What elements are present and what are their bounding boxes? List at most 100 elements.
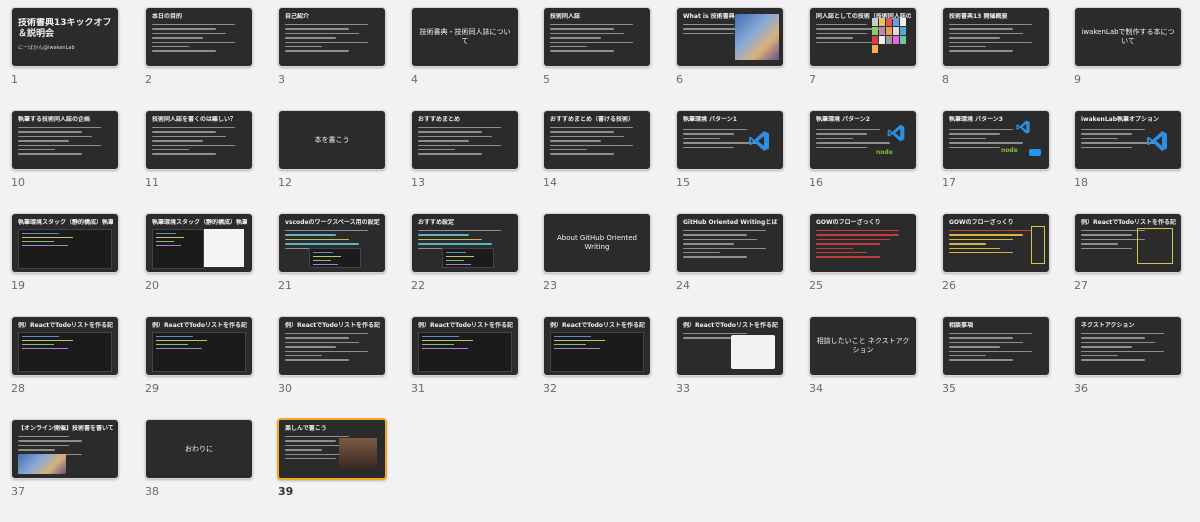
text-line	[418, 148, 455, 151]
body-text-lines	[285, 333, 377, 364]
slide-thumbnail[interactable]: 執筆環境 パターン2 node	[809, 110, 917, 170]
text-line	[285, 440, 336, 442]
slide-thumbnail[interactable]: ネクストアクション	[1074, 316, 1182, 376]
slide-thumbnail[interactable]: おすすめまとめ（書ける技術）	[543, 110, 651, 170]
text-line	[949, 238, 1014, 241]
slide-thumbnail[interactable]: 例）ReactでTodoリストを作る記事	[543, 316, 651, 376]
slide-title: 例）ReactでTodoリストを作る記事	[550, 322, 645, 329]
slide-title: GOWのフローざっくり	[816, 219, 881, 226]
slide-cell: おすすめ設定 22	[411, 213, 521, 292]
slide-thumbnail[interactable]: 執筆環境 パターン3 node	[942, 110, 1050, 170]
slide-cell: 相談したいこと ネクストアクション 34	[809, 316, 919, 395]
text-line	[949, 41, 1032, 43]
slide-thumbnail[interactable]: 相談したいこと ネクストアクション	[809, 316, 917, 376]
text-line	[949, 137, 986, 140]
slide-number: 39	[278, 485, 294, 498]
slide-title: 例）ReactでTodoリストを作る記事	[18, 322, 113, 329]
slide-thumbnail[interactable]: おすすめ設定	[411, 213, 519, 273]
text-line	[949, 129, 1014, 131]
slide-thumbnail[interactable]: 技術書典13キックオフ＆説明会 にーばかん@iwakenLab	[11, 7, 119, 67]
text-line	[285, 24, 368, 26]
slide-cell: 技術書典・技術同人誌について 4	[411, 7, 521, 86]
text-line	[285, 37, 336, 39]
slide-title: おすすめまとめ（書ける技術）	[550, 116, 635, 123]
code-screenshot	[442, 248, 494, 268]
text-line	[1081, 243, 1118, 245]
slide-thumbnail[interactable]: おわりに	[145, 419, 253, 479]
slide-thumbnail[interactable]: 執筆する技術同人誌の企画	[11, 110, 119, 170]
slide-title: 執筆環境スタック（静的構成）執筆環境	[18, 219, 113, 226]
text-line	[285, 333, 368, 335]
slide-thumbnail[interactable]: 例）ReactでTodoリストを作る記事	[11, 316, 119, 376]
slide-cell: vscodeのワークスペース用の設定 21	[278, 213, 388, 292]
slide-cell: 例）ReactでTodoリストを作る記事 27	[1074, 213, 1184, 292]
slide-thumbnail[interactable]: おすすめまとめ	[411, 110, 519, 170]
slide-thumbnail[interactable]: 自己紹介	[278, 7, 386, 67]
text-line	[152, 153, 217, 155]
text-line	[683, 247, 766, 249]
slide-number: 2	[145, 73, 152, 86]
slide-thumbnail[interactable]: GOWのフローざっくり	[942, 213, 1050, 273]
slide-thumbnail[interactable]: 執筆環境スタック（静的構成）執筆環境Live Mode	[145, 213, 253, 273]
slide-cell: 技術書典13キックオフ＆説明会 にーばかん@iwakenLab 1	[11, 7, 121, 86]
slide-cell: iwakenLab執筆オプション 18	[1074, 110, 1184, 189]
body-text-lines	[550, 24, 642, 55]
slide-thumbnail[interactable]: vscodeのワークスペース用の設定	[278, 213, 386, 273]
text-line	[949, 346, 1000, 348]
text-line	[1081, 350, 1164, 352]
slide-number: 38	[145, 485, 159, 498]
slide-thumbnail[interactable]: 技術同人誌	[543, 7, 651, 67]
docker-icon	[1029, 149, 1041, 156]
text-line	[816, 32, 867, 35]
slide-thumbnail[interactable]: 【オンライン開催】技術書を書いてみよう！	[11, 419, 119, 479]
text-line	[816, 37, 853, 39]
slide-thumbnail[interactable]: iwakenLab執筆オプション	[1074, 110, 1182, 170]
text-line	[550, 32, 624, 35]
slide-thumbnail[interactable]: 楽しんで書こう	[277, 418, 387, 480]
slide-cell: 技術書典13 開催概要 8	[942, 7, 1052, 86]
text-line	[285, 41, 368, 43]
text-line	[418, 153, 483, 155]
text-line	[550, 127, 633, 129]
slide-thumbnail[interactable]: 技術書典13 開催概要	[942, 7, 1050, 67]
slide-thumbnail[interactable]: 例）ReactでTodoリストを作る記事	[145, 316, 253, 376]
slide-thumbnail[interactable]: 本日の目的	[145, 7, 253, 67]
editor-screenshot	[18, 332, 112, 372]
slide-thumbnail[interactable]: 執筆環境 パターン1	[676, 110, 784, 170]
text-line	[152, 24, 235, 26]
text-line	[152, 144, 235, 146]
slide-thumbnail[interactable]: 例）ReactでTodoリストを作る記事	[411, 316, 519, 376]
body-text-lines	[949, 230, 1041, 256]
slide-thumbnail[interactable]: GOWのフローざっくり	[809, 213, 917, 273]
event-collage-image	[18, 454, 66, 474]
slide-thumbnail[interactable]: 技術書典・技術同人誌について	[411, 7, 519, 67]
slide-thumbnail[interactable]: GitHub Oriented Writingとは？GOWとは	[676, 213, 784, 273]
slide-thumbnail[interactable]: 例）ReactでTodoリストを作る記事	[278, 316, 386, 376]
slide-thumbnail[interactable]: 執筆環境スタック（静的構成）執筆環境	[11, 213, 119, 273]
text-line	[683, 230, 766, 232]
slide-thumbnail[interactable]: 同人誌としての技術（技術同人誌の技術）	[809, 7, 917, 67]
slide-number: 18	[1074, 176, 1088, 189]
text-line	[152, 45, 189, 48]
slide-thumbnail[interactable]: 相談事項	[942, 316, 1050, 376]
slide-thumbnail[interactable]: What is 技術書典	[676, 7, 784, 67]
slide-thumbnail[interactable]: iwakenLabで制作する本について	[1074, 7, 1182, 67]
slide-title: 技術書典13キックオフ＆説明会	[18, 18, 112, 39]
slide-number: 19	[11, 279, 25, 292]
slide-title: 執筆環境 パターン2	[816, 116, 870, 123]
slide-thumbnail[interactable]: 例）ReactでTodoリストを作る記事	[1074, 213, 1182, 273]
slide-number: 31	[411, 382, 425, 395]
slide-thumbnail[interactable]: 技術同人誌を書くのは難しい？	[145, 110, 253, 170]
slide-cell: 例）ReactでTodoリストを作る記事 32	[543, 316, 653, 395]
text-line	[152, 50, 217, 52]
slide-cell: iwakenLabで制作する本について 9	[1074, 7, 1184, 86]
slide-number: 4	[411, 73, 418, 86]
slide-thumbnail[interactable]: 例）ReactでTodoリストを作る記事	[676, 316, 784, 376]
highlight-box	[1137, 228, 1173, 264]
slide-number: 8	[942, 73, 949, 86]
text-line	[1081, 341, 1155, 344]
slide-thumbnail[interactable]: 本を書こう	[278, 110, 386, 170]
slide-thumbnail[interactable]: About GitHub Oriented Writing	[543, 213, 651, 273]
slide-number: 25	[809, 279, 823, 292]
body-text-lines	[949, 333, 1041, 364]
